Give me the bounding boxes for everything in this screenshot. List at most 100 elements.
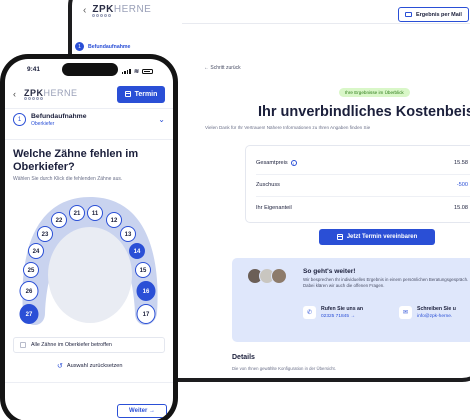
tooth-number: 24 bbox=[33, 249, 40, 255]
step-number: 1 bbox=[75, 42, 84, 51]
info-icon[interactable]: i bbox=[290, 160, 297, 166]
step-title: Befundaufnahme bbox=[31, 113, 87, 120]
undo-icon: ↺ bbox=[57, 363, 63, 370]
question-title: Welche Zähne fehlen im Oberkiefer? bbox=[13, 148, 139, 173]
tooth-15[interactable]: 15 bbox=[135, 262, 151, 278]
phone-screen: 9:41 ≋ ‹ ZPKHERNE Termin 1 Befundaufnahm… bbox=[5, 59, 173, 420]
price-label: Ihr Eigenanteil bbox=[256, 205, 292, 211]
price-row-subsidy: Zuschuss -500 bbox=[256, 178, 468, 192]
book-appointment-button[interactable]: Jetzt Termin vereinbaren bbox=[319, 229, 435, 245]
palate bbox=[48, 227, 132, 323]
divider bbox=[5, 382, 173, 383]
reset-selection-button[interactable]: ↺ Auswahl zurücksetzen bbox=[57, 362, 123, 370]
tooth-11[interactable]: 11 bbox=[87, 205, 103, 221]
calendar-icon bbox=[124, 91, 131, 97]
tooth-25[interactable]: 25 bbox=[23, 262, 39, 278]
call-contact[interactable]: ✆ Rufen Sie uns an 02325 71845 → bbox=[303, 306, 363, 319]
price-card: Gesamtpreis i 15.58 Zuschuss -500 Ihr Eig… bbox=[245, 145, 470, 223]
next-button[interactable]: Weiter → bbox=[117, 404, 167, 418]
mail-icon: ✉ bbox=[399, 306, 412, 319]
tooth-number: 12 bbox=[111, 218, 118, 224]
appointment-label: Termin bbox=[134, 90, 158, 98]
phone-header: ‹ ZPKHERNE Termin bbox=[5, 83, 173, 105]
logo-light: HERNE bbox=[113, 4, 152, 15]
tooth-number: 25 bbox=[28, 268, 35, 274]
mail-icon bbox=[405, 12, 412, 17]
tooth-number: 15 bbox=[140, 268, 147, 274]
chevron-down-icon[interactable]: ⌄ bbox=[158, 115, 165, 124]
tooth-number: 22 bbox=[56, 218, 63, 224]
tooth-22[interactable]: 22 bbox=[51, 212, 67, 228]
write-contact[interactable]: ✉ Schreiben Sie u info@zpk-herne. bbox=[399, 306, 456, 319]
team-avatars bbox=[247, 268, 287, 284]
tooth-number: 16 bbox=[143, 289, 150, 295]
checkbox[interactable] bbox=[20, 342, 26, 348]
next-steps-title: So geht's weiter! bbox=[303, 268, 356, 275]
write-title: Schreiben Sie u bbox=[417, 306, 456, 312]
row-divider bbox=[256, 196, 470, 197]
tooth-14[interactable]: 14 bbox=[129, 243, 145, 259]
book-appointment-label: Jetzt Termin vereinbaren bbox=[346, 234, 418, 240]
tooth-number: 21 bbox=[74, 211, 81, 217]
upper-jaw-diagram: 11 12 13 14 15 16 17 21 22 23 24 25 26 27 bbox=[19, 197, 158, 325]
tooth-16[interactable]: 16 bbox=[136, 281, 156, 301]
step-subtitle: Oberkiefer bbox=[31, 121, 55, 127]
price-value: -500 bbox=[456, 182, 468, 188]
tooth-number: 27 bbox=[26, 312, 33, 318]
all-teeth-checkbox-row[interactable]: Alle Zähne im Oberkiefer betroffen bbox=[13, 337, 165, 353]
price-value: 15.58 bbox=[454, 160, 468, 166]
price-row-own-share: Ihr Eigenanteil 15.08 bbox=[256, 201, 468, 215]
all-teeth-label: Alle Zähne im Oberkiefer betroffen bbox=[31, 342, 112, 348]
tooth-24[interactable]: 24 bbox=[28, 243, 44, 259]
tooth-21[interactable]: 21 bbox=[69, 205, 85, 221]
tooth-26[interactable]: 26 bbox=[19, 281, 39, 301]
tooth-number: 11 bbox=[92, 211, 99, 217]
status-bar: 9:41 ≋ bbox=[5, 66, 173, 76]
divider bbox=[5, 108, 173, 109]
page-subtitle: Vielen Dank für Ihr Vertrauen! Nähere In… bbox=[205, 125, 371, 130]
appointment-button[interactable]: Termin bbox=[117, 85, 165, 103]
logo-dots bbox=[24, 97, 78, 100]
price-label: Zuschuss bbox=[256, 182, 280, 188]
row-divider bbox=[256, 174, 470, 175]
mail-result-button[interactable]: Ergebnis per Mail bbox=[398, 7, 469, 22]
tooth-number: 17 bbox=[143, 312, 150, 318]
step-label: Befundaufnahme bbox=[88, 43, 131, 50]
details-title: Details bbox=[232, 354, 255, 361]
next-steps-card: So geht's weiter! Wir besprechen Ihr ind… bbox=[232, 258, 470, 342]
step-accordion[interactable]: 1 Befundaufnahme Oberkiefer ⌄ bbox=[13, 113, 165, 127]
phone-icon: ✆ bbox=[303, 306, 316, 319]
tooth-27[interactable]: 27 bbox=[19, 304, 39, 324]
tooth-number: 14 bbox=[134, 249, 141, 255]
wifi-icon: ≋ bbox=[133, 68, 139, 75]
tooth-12[interactable]: 12 bbox=[106, 212, 122, 228]
details-subtitle: Die von Ihnen gewählte Konfiguration in … bbox=[232, 366, 336, 371]
call-title: Rufen Sie uns an bbox=[321, 306, 364, 312]
chevron-left-icon[interactable]: ‹ bbox=[13, 89, 16, 99]
tooth-13[interactable]: 13 bbox=[120, 226, 136, 242]
header-logo[interactable]: ‹ ZPKHERNE bbox=[83, 4, 151, 17]
results-badge: Ihre Ergebnisse im Überblick bbox=[339, 88, 410, 97]
phone-frame: 9:41 ≋ ‹ ZPKHERNE Termin 1 Befundaufnahm… bbox=[0, 54, 178, 420]
phone-logo[interactable]: ZPKHERNE bbox=[24, 88, 78, 100]
tooth-17[interactable]: 17 bbox=[136, 304, 156, 324]
write-email[interactable]: info@zpk-herne. bbox=[417, 314, 456, 319]
call-number[interactable]: 02325 71845 → bbox=[321, 314, 363, 319]
tooth-number: 13 bbox=[125, 232, 132, 238]
mail-button-label: Ergebnis per Mail bbox=[416, 11, 462, 18]
question-subtitle: Wählen Sie durch Klick die fehlenden Zäh… bbox=[13, 176, 123, 182]
reset-label: Auswahl zurücksetzen bbox=[66, 363, 123, 369]
divider bbox=[5, 139, 173, 140]
battery-icon bbox=[142, 68, 153, 74]
tooth-23[interactable]: 23 bbox=[37, 226, 53, 242]
signal-icon bbox=[121, 68, 131, 74]
chevron-left-icon[interactable]: ‹ bbox=[83, 5, 86, 16]
status-time: 9:41 bbox=[27, 66, 41, 73]
step-number: 1 bbox=[13, 113, 26, 126]
calendar-icon bbox=[336, 234, 343, 240]
back-link[interactable]: ← Schritt zurück bbox=[204, 65, 241, 71]
page-title: Ihr unverbindliches Kostenbeispi bbox=[258, 104, 470, 120]
next-steps-text: Wir besprechen Ihr individuelles Ergebni… bbox=[303, 277, 469, 289]
price-row-total: Gesamtpreis i 15.58 bbox=[256, 156, 468, 170]
header-divider bbox=[182, 23, 470, 24]
